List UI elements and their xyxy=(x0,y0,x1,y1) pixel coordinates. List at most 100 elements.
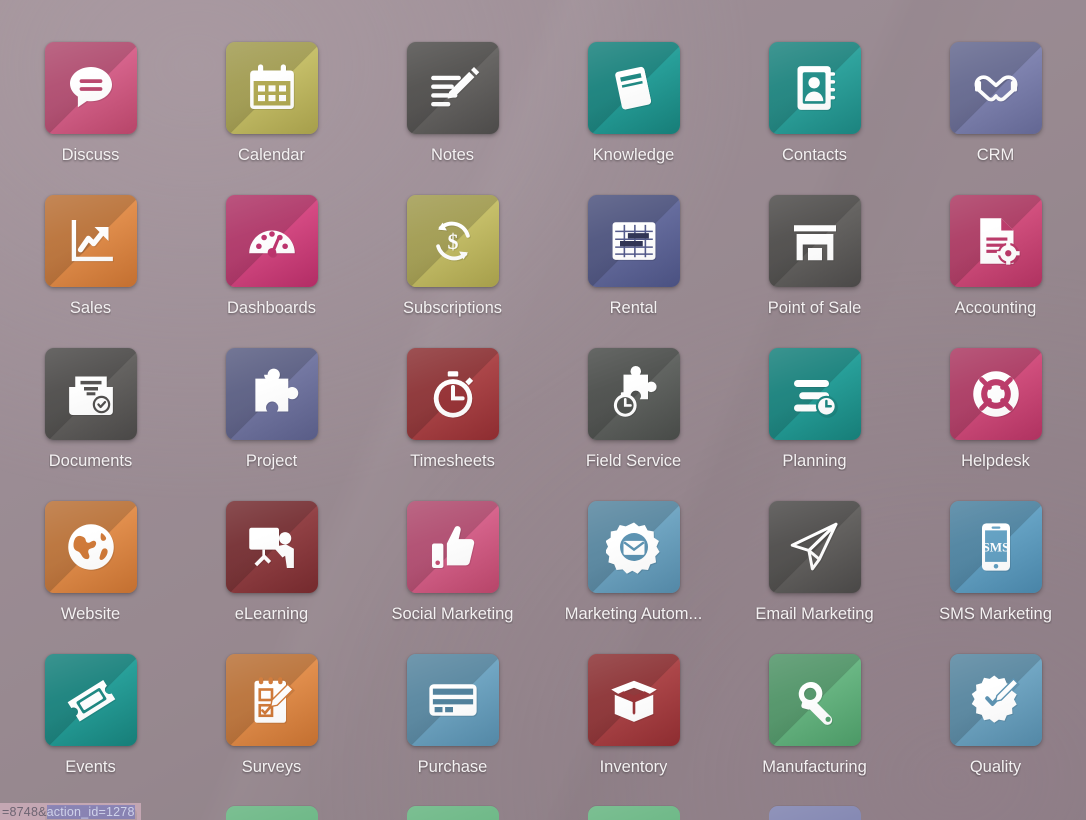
app-label: Events xyxy=(65,758,116,776)
folder-check-icon xyxy=(63,366,119,422)
thumbs-up-icon-tile[interactable] xyxy=(406,501,499,593)
address-book-icon-tile[interactable] xyxy=(768,42,861,134)
app-tile-elearning[interactable]: eLearning xyxy=(181,501,362,654)
app-tile-website[interactable]: Website xyxy=(0,501,181,654)
ticket-icon xyxy=(63,672,119,728)
quality-badge-pencil-icon-tile[interactable] xyxy=(949,654,1042,746)
clipboard-pencil-icon-tile[interactable] xyxy=(225,654,318,746)
address-book-icon xyxy=(787,60,843,116)
document-gear-icon xyxy=(968,213,1024,269)
app-tile-sales[interactable]: Sales xyxy=(0,195,181,348)
app-label: Manufacturing xyxy=(762,758,867,776)
discuss-icon-tile[interactable] xyxy=(44,42,137,134)
credit-card-icon-tile[interactable] xyxy=(406,654,499,746)
book-icon-tile[interactable] xyxy=(587,42,680,134)
app-label: Calendar xyxy=(238,146,305,164)
ticket-icon-tile[interactable] xyxy=(44,654,137,746)
app-tile-email-marketing[interactable]: Email Marketing xyxy=(724,501,905,654)
partial-app-tile[interactable] xyxy=(587,806,680,820)
credit-card-icon xyxy=(425,672,481,728)
stopwatch-icon xyxy=(425,366,481,422)
book-icon xyxy=(606,60,662,116)
gantt-table-icon-tile[interactable] xyxy=(587,195,680,287)
partial-app-tile[interactable] xyxy=(406,806,499,820)
app-label: Quality xyxy=(969,758,1022,776)
app-label: Helpdesk xyxy=(961,452,1030,470)
recurring-dollar-icon-tile[interactable]: $ xyxy=(406,195,499,287)
app-label: Email Marketing xyxy=(755,605,874,623)
app-tile-contacts[interactable]: Contacts xyxy=(724,42,905,195)
discuss-icon xyxy=(63,60,119,116)
handshake-icon-tile[interactable] xyxy=(949,42,1042,134)
puzzle-clock-icon-tile[interactable] xyxy=(587,348,680,440)
stopwatch-icon-tile[interactable] xyxy=(406,348,499,440)
app-tile-helpdesk[interactable]: Helpdesk xyxy=(905,348,1086,501)
app-label: Point of Sale xyxy=(767,299,862,317)
partial-app-tile[interactable] xyxy=(225,806,318,820)
app-tile-marketing-autom[interactable]: Marketing Autom... xyxy=(543,501,724,654)
app-tile-planning[interactable]: Planning xyxy=(724,348,905,501)
browser-status-bar: =8748& action_id=1278 xyxy=(0,803,141,820)
partial-app-cell xyxy=(362,806,543,820)
partial-app-cell xyxy=(181,806,362,820)
calendar-icon-tile[interactable] xyxy=(225,42,318,134)
app-tile-accounting[interactable]: Accounting xyxy=(905,195,1086,348)
app-tile-manufacturing[interactable]: Manufacturing xyxy=(724,654,905,807)
app-tile-calendar[interactable]: Calendar xyxy=(181,42,362,195)
whiteboard-teacher-icon-tile[interactable] xyxy=(225,501,318,593)
app-tile-dashboards[interactable]: Dashboards xyxy=(181,195,362,348)
app-tile-surveys[interactable]: Surveys xyxy=(181,654,362,807)
app-label: Social Marketing xyxy=(391,605,514,623)
app-tile-events[interactable]: Events xyxy=(0,654,181,807)
lifebuoy-icon-tile[interactable] xyxy=(949,348,1042,440)
planning-bars-clock-icon-tile[interactable] xyxy=(768,348,861,440)
sms-phone-icon-tile[interactable]: SMS xyxy=(949,501,1042,593)
app-tile-inventory[interactable]: Inventory xyxy=(543,654,724,807)
app-tile-subscriptions[interactable]: $ Subscriptions xyxy=(362,195,543,348)
partial-app-tile[interactable] xyxy=(768,806,861,820)
shop-icon-tile[interactable] xyxy=(768,195,861,287)
growth-chart-icon xyxy=(63,213,119,269)
shop-icon xyxy=(787,213,843,269)
app-tile-knowledge[interactable]: Knowledge xyxy=(543,42,724,195)
app-label: Rental xyxy=(609,299,658,317)
app-tile-discuss[interactable]: Discuss xyxy=(0,42,181,195)
svg-text:$: $ xyxy=(447,230,458,254)
gauge-icon-tile[interactable] xyxy=(225,195,318,287)
app-tile-purchase[interactable]: Purchase xyxy=(362,654,543,807)
app-tile-sms-marketing[interactable]: SMS SMS Marketing xyxy=(905,501,1086,654)
app-tile-timesheets[interactable]: Timesheets xyxy=(362,348,543,501)
globe-icon-tile[interactable] xyxy=(44,501,137,593)
whiteboard-teacher-icon xyxy=(244,519,300,575)
app-tile-notes[interactable]: Notes xyxy=(362,42,543,195)
open-box-icon-tile[interactable] xyxy=(587,654,680,746)
apps-grid: Discuss Calendar Notes Knowledge Contacts CRM… xyxy=(0,0,1086,807)
app-label: SMS Marketing xyxy=(939,605,1052,623)
app-tile-social-marketing[interactable]: Social Marketing xyxy=(362,501,543,654)
app-label: Subscriptions xyxy=(402,299,503,317)
growth-chart-icon-tile[interactable] xyxy=(44,195,137,287)
globe-icon xyxy=(63,519,119,575)
paper-plane-icon-tile[interactable] xyxy=(768,501,861,593)
lifebuoy-icon xyxy=(968,366,1024,422)
puzzle-piece-icon-tile[interactable] xyxy=(225,348,318,440)
status-bar-text-before: =8748& xyxy=(2,804,47,819)
calendar-icon xyxy=(244,60,300,116)
app-label: Surveys xyxy=(241,758,302,776)
folder-check-icon-tile[interactable] xyxy=(44,348,137,440)
document-gear-icon-tile[interactable] xyxy=(949,195,1042,287)
app-label: Website xyxy=(60,605,121,623)
app-tile-crm[interactable]: CRM xyxy=(905,42,1086,195)
app-tile-point-of-sale[interactable]: Point of Sale xyxy=(724,195,905,348)
app-label: Field Service xyxy=(585,452,682,470)
app-tile-project[interactable]: Project xyxy=(181,348,362,501)
gear-envelope-icon-tile[interactable] xyxy=(587,501,680,593)
app-tile-documents[interactable]: Documents xyxy=(0,348,181,501)
app-tile-rental[interactable]: Rental xyxy=(543,195,724,348)
app-tile-quality[interactable]: Quality xyxy=(905,654,1086,807)
app-label: Contacts xyxy=(781,146,848,164)
wrench-icon-tile[interactable] xyxy=(768,654,861,746)
app-tile-field-service[interactable]: Field Service xyxy=(543,348,724,501)
wrench-icon xyxy=(787,672,843,728)
notes-pencil-icon-tile[interactable] xyxy=(406,42,499,134)
